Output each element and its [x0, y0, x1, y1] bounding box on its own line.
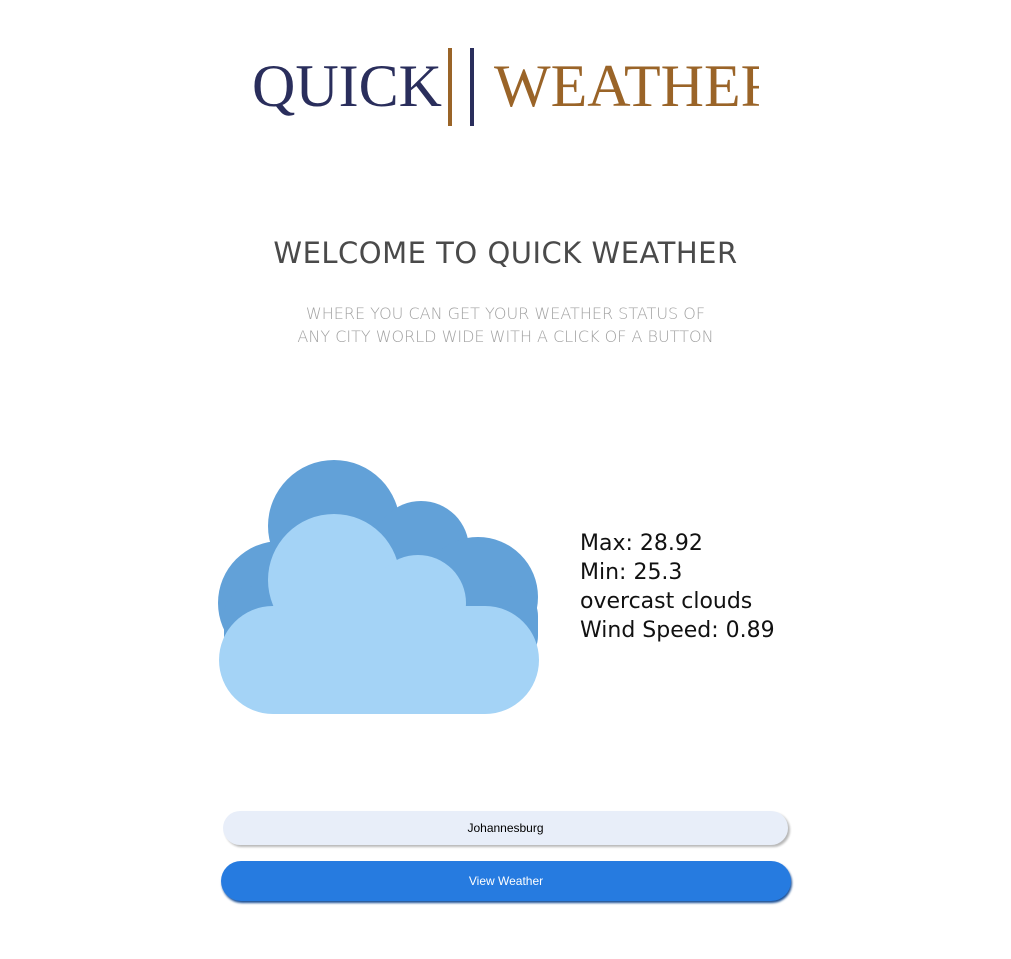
page-title: WELCOME TO QUICK WEATHER [273, 236, 738, 270]
logo-word-quick: QUICK [252, 53, 442, 119]
wind-speed: Wind Speed: 0.89 [580, 618, 775, 643]
logo-divider-brown [448, 48, 452, 126]
max-temperature: Max: 28.92 [580, 531, 703, 556]
city-input[interactable] [223, 811, 788, 845]
view-weather-button[interactable]: View Weather [221, 861, 791, 901]
min-temperature: Min: 25.3 [580, 560, 683, 585]
logo-word-weather: WEATHER [494, 53, 759, 119]
weather-info: Max: 28.92 Min: 25.3 overcast clouds Win… [580, 529, 775, 645]
logo-divider-navy [470, 48, 474, 126]
subtitle-line-1: WHERE YOU CAN GET YOUR WEATHER STATUS OF [305, 304, 706, 323]
page-subtitle: WHERE YOU CAN GET YOUR WEATHER STATUS OF… [0, 302, 1011, 348]
weather-description: overcast clouds [580, 589, 753, 614]
cloud-icon [218, 460, 539, 714]
subtitle-line-2: ANY CITY WORLD WIDE WITH A CLICK OF A BU… [297, 327, 714, 346]
logo: QUICK WEATHER [252, 44, 759, 128]
